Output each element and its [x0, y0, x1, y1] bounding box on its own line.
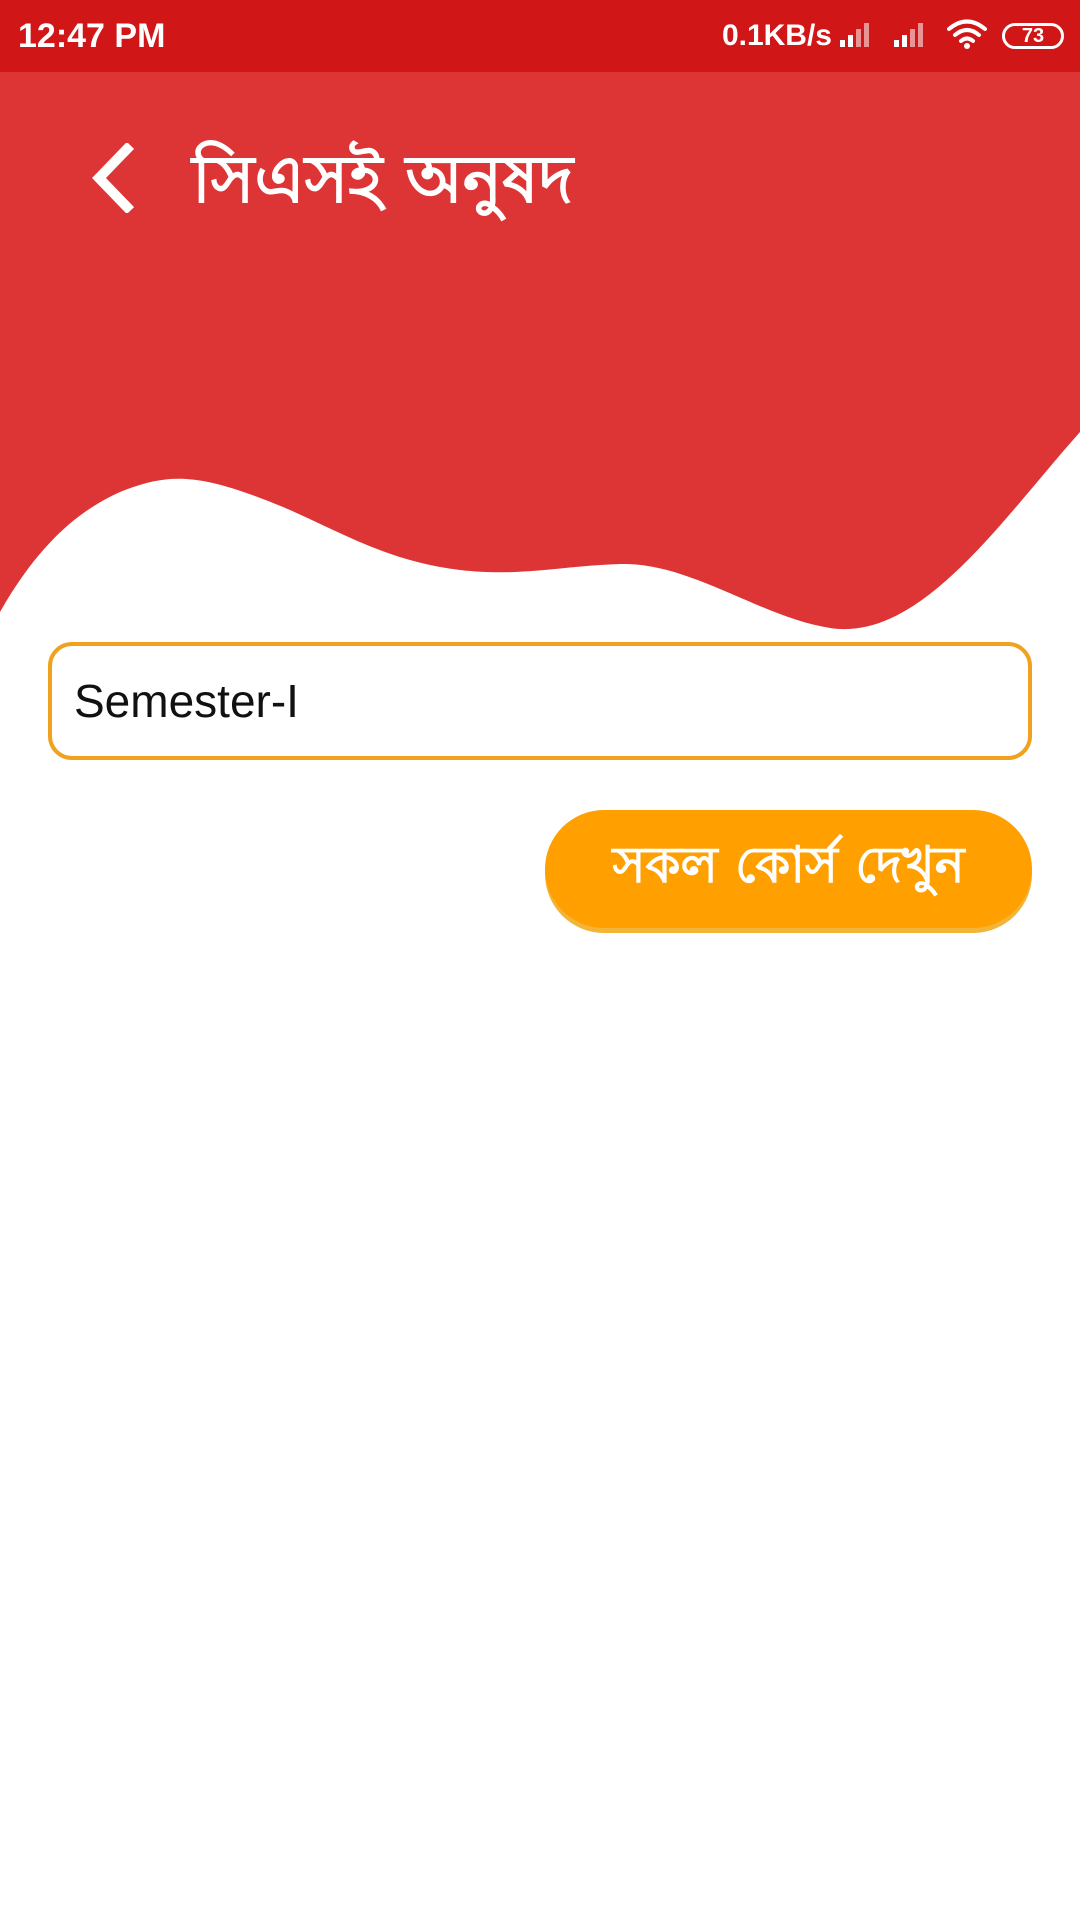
status-time: 12:47 PM — [18, 17, 166, 55]
network-speed: 0.1KB/s — [721, 19, 832, 52]
status-bar: 12:47 PM 0.1KB/s 73 — [0, 0, 1080, 72]
app-header: সিএসই অনুষদ — [0, 72, 1080, 632]
page-title: সিএসই অনুষদ — [192, 141, 574, 218]
battery-icon: 73 — [1002, 23, 1064, 49]
semester-selector[interactable]: Semester-I — [48, 642, 1032, 760]
chevron-left-icon — [92, 143, 135, 213]
status-indicators: 0.1KB/s 73 — [722, 14, 1064, 58]
semester-value: Semester-I — [74, 675, 299, 727]
wifi-icon — [946, 18, 988, 55]
battery-level: 73 — [1021, 25, 1045, 47]
view-all-courses-button[interactable]: সকল কোর্স দেখুন — [545, 810, 1032, 928]
back-button[interactable] — [76, 128, 148, 228]
signal-icon — [838, 20, 878, 53]
signal-icon — [892, 20, 932, 53]
